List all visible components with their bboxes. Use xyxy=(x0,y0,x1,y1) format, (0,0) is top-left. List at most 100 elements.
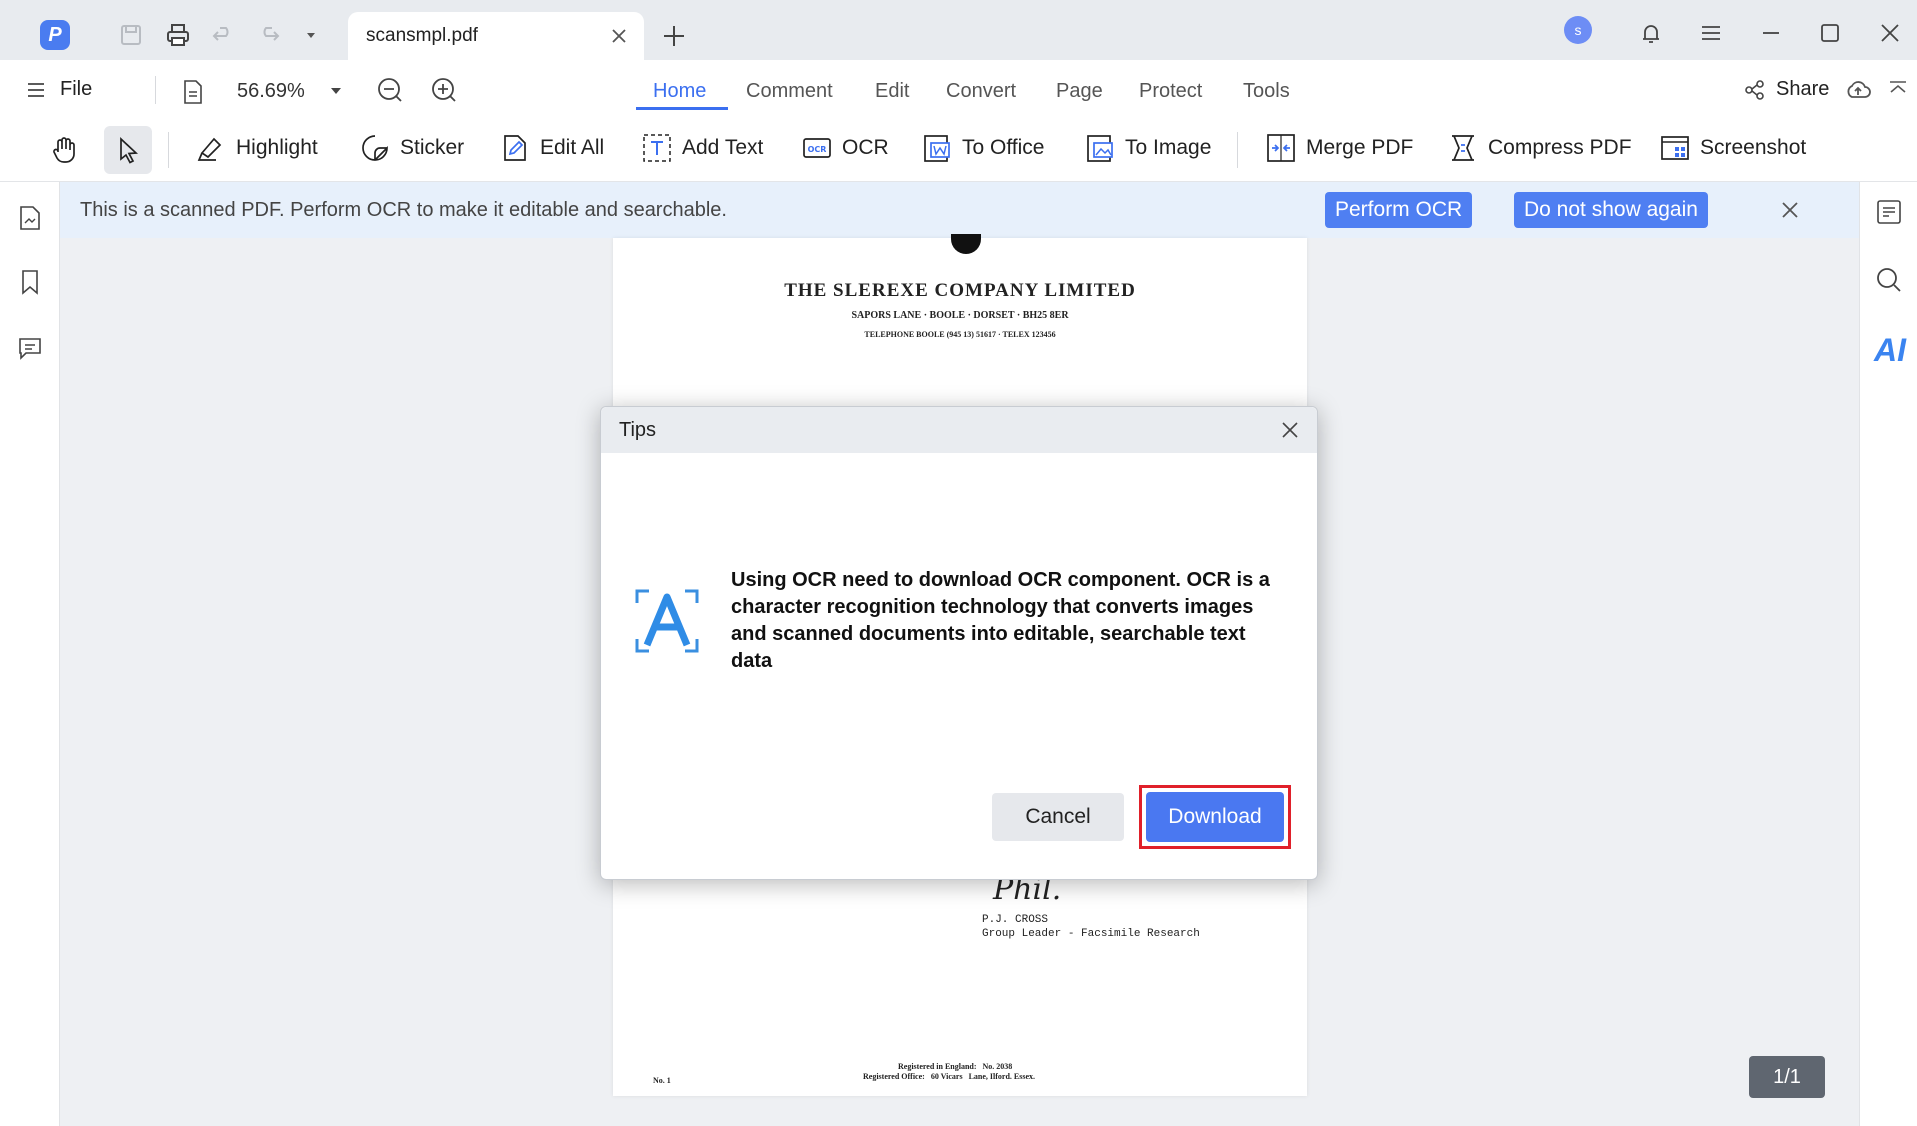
edit-all-button[interactable]: Edit All xyxy=(498,130,604,166)
dialog-message: Using OCR need to download OCR component… xyxy=(731,569,1270,672)
svg-text:OCR: OCR xyxy=(808,145,827,154)
tab-protect[interactable]: Protect xyxy=(1139,80,1202,103)
tab-title: scansmpl.pdf xyxy=(366,25,478,46)
add-text-label: Add Text xyxy=(682,136,764,159)
title-bar: P scansmpl.pdf s xyxy=(0,0,1917,60)
divider xyxy=(1237,132,1238,168)
collapse-ribbon-icon[interactable] xyxy=(1886,78,1910,102)
tab-home[interactable]: Home xyxy=(653,80,706,103)
menu-lines-icon xyxy=(28,82,44,97)
select-tool-button[interactable] xyxy=(104,126,152,174)
add-text-button[interactable]: Add Text xyxy=(640,130,763,166)
to-office-label: To Office xyxy=(962,136,1045,159)
tab-convert[interactable]: Convert xyxy=(946,80,1016,103)
tab-tools[interactable]: Tools xyxy=(1243,80,1290,103)
sticker-label: Sticker xyxy=(400,136,465,159)
highlight-label: Highlight xyxy=(236,136,318,159)
highlighter-icon xyxy=(197,137,222,161)
screenshot-label: Screenshot xyxy=(1700,136,1807,159)
undo-icon[interactable] xyxy=(210,22,236,48)
divider xyxy=(168,132,169,168)
share-button[interactable]: Share xyxy=(1744,78,1829,101)
file-menu-button[interactable]: File xyxy=(26,78,92,101)
add-text-icon xyxy=(643,134,671,162)
search-icon[interactable] xyxy=(1875,266,1903,294)
dialog-title: Tips xyxy=(619,419,657,441)
ai-assistant-icon[interactable]: AI xyxy=(1874,332,1906,369)
doc-address: SAPORS LANE · BOOLE · DORSET · BH25 8ER xyxy=(851,310,1069,321)
maximize-icon[interactable] xyxy=(1815,18,1845,48)
zoom-dropdown-icon[interactable] xyxy=(330,86,342,96)
document-tab[interactable]: scansmpl.pdf xyxy=(348,12,644,60)
page-counter[interactable]: 1/1 xyxy=(1749,1056,1825,1098)
cancel-button[interactable]: Cancel xyxy=(992,793,1124,841)
left-sidebar xyxy=(0,182,60,1126)
zoom-in-icon[interactable] xyxy=(430,76,458,104)
dialog-header: Tips xyxy=(601,407,1317,453)
user-avatar[interactable]: s xyxy=(1564,16,1592,44)
close-tab-icon[interactable] xyxy=(608,25,630,47)
active-tab-indicator xyxy=(636,107,728,110)
tips-dialog: Tips Using OCR need to download OCR comp… xyxy=(600,406,1318,880)
cursor-arrow-icon xyxy=(120,137,139,164)
hand-tool-button[interactable] xyxy=(40,126,88,174)
bookmark-panel-icon[interactable] xyxy=(16,268,44,296)
doc-telephone: TELEPHONE BOOLE (945 13) 51617 · TELEX 1… xyxy=(864,330,1056,339)
compress-pdf-label: Compress PDF xyxy=(1488,136,1632,159)
cloud-upload-icon[interactable] xyxy=(1844,76,1872,104)
hamburger-menu-icon[interactable] xyxy=(1696,18,1726,48)
do-not-show-again-button[interactable]: Do not show again xyxy=(1514,192,1708,228)
perform-ocr-button[interactable]: Perform OCR xyxy=(1325,192,1473,228)
zoom-out-icon[interactable] xyxy=(376,76,404,104)
sticker-button[interactable]: Sticker xyxy=(358,130,464,166)
quick-access-dropdown-icon[interactable] xyxy=(304,30,318,40)
edit-all-label: Edit All xyxy=(540,136,605,159)
save-icon[interactable] xyxy=(118,22,144,48)
doc-footer-registration: Registered in England: No. 2038 xyxy=(898,1062,1013,1071)
ocr-scan-letter-icon xyxy=(633,587,701,655)
tab-comment[interactable]: Comment xyxy=(746,80,833,103)
new-tab-plus-icon[interactable] xyxy=(660,22,688,50)
hand-icon xyxy=(53,137,75,163)
compress-pdf-button[interactable]: Compress PDF xyxy=(1446,130,1632,166)
comment-panel-icon[interactable] xyxy=(16,334,44,362)
notification-bell-icon[interactable] xyxy=(1636,18,1666,48)
merge-pdf-button[interactable]: Merge PDF xyxy=(1264,130,1413,166)
right-sidebar: AI xyxy=(1859,182,1917,1126)
share-label: Share xyxy=(1776,78,1830,100)
divider xyxy=(155,76,156,104)
print-icon[interactable] xyxy=(165,22,191,48)
scanned-pdf-banner: This is a scanned PDF. Perform OCR to ma… xyxy=(60,182,1859,238)
close-banner-icon[interactable] xyxy=(1778,198,1802,222)
app-logo-icon[interactable]: P xyxy=(40,20,70,50)
download-button[interactable]: Download xyxy=(1146,792,1284,842)
close-window-icon[interactable] xyxy=(1875,18,1905,48)
banner-message: This is a scanned PDF. Perform OCR to ma… xyxy=(80,199,727,221)
properties-panel-icon[interactable] xyxy=(1875,198,1903,226)
doc-footer-number: No. 1 xyxy=(653,1076,671,1085)
to-image-button[interactable]: To Image xyxy=(1083,130,1211,166)
ocr-button[interactable]: OCR OCR xyxy=(800,130,889,166)
compress-icon xyxy=(1452,135,1474,161)
highlight-button[interactable]: Highlight xyxy=(194,130,318,166)
sticker-icon xyxy=(362,135,388,161)
merge-pdf-label: Merge PDF xyxy=(1306,136,1414,159)
edit-document-icon xyxy=(504,135,526,161)
dialog-close-icon[interactable] xyxy=(1279,419,1301,441)
image-icon xyxy=(1087,135,1113,162)
ocr-label: OCR xyxy=(842,136,889,159)
merge-icon xyxy=(1267,134,1295,162)
minimize-icon[interactable] xyxy=(1756,18,1786,48)
tab-edit[interactable]: Edit xyxy=(875,80,909,103)
zoom-level[interactable]: 56.69% xyxy=(237,80,305,103)
thumbnail-panel-icon[interactable] xyxy=(16,204,44,232)
redo-icon[interactable] xyxy=(256,22,282,48)
page-view-icon[interactable] xyxy=(180,78,206,106)
to-office-button[interactable]: To Office xyxy=(920,130,1044,166)
doc-footer-office: Registered Office: 60 Vicars Lane, Ilfor… xyxy=(863,1072,1036,1081)
screenshot-icon xyxy=(1661,136,1689,160)
ocr-icon: OCR xyxy=(803,138,831,158)
screenshot-button[interactable]: Screenshot xyxy=(1658,130,1806,166)
tab-page[interactable]: Page xyxy=(1056,80,1103,103)
word-document-icon xyxy=(924,135,950,162)
